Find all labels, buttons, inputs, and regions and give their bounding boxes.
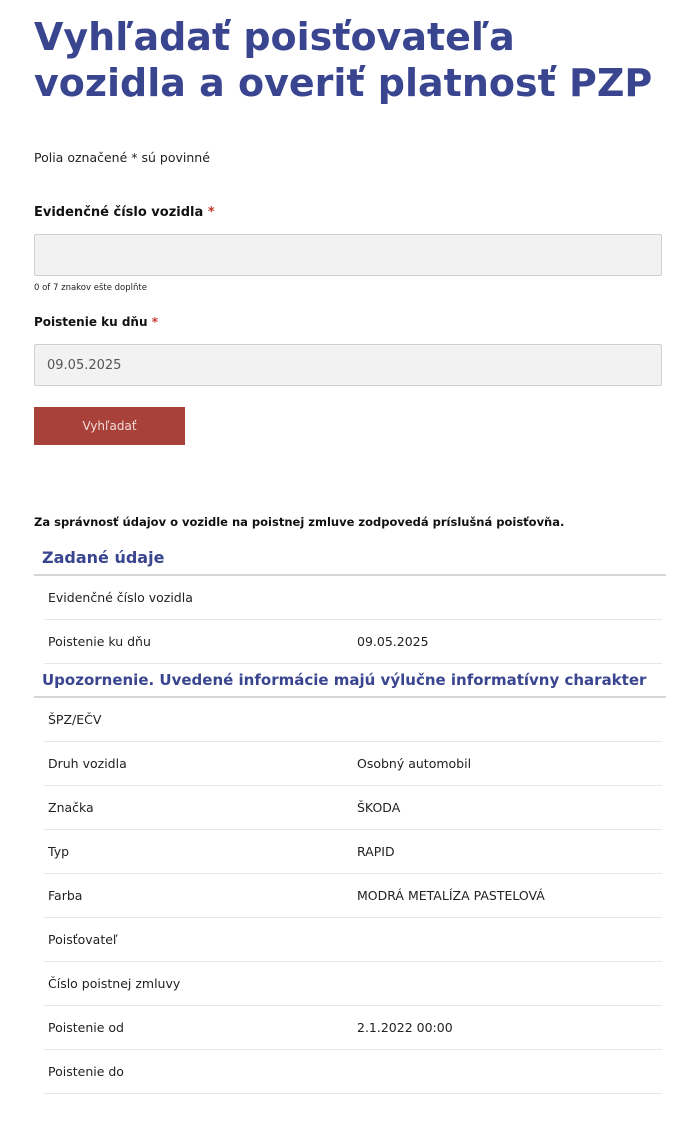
table-row: Typ RAPID	[44, 829, 662, 874]
row-value: 2.1.2022 00:00	[353, 1005, 662, 1050]
table-row: Evidenčné číslo vozidla	[44, 576, 662, 620]
row-value: Osobný automobil	[353, 741, 662, 786]
row-label: Druh vozidla	[44, 741, 353, 786]
row-label: Poisťovateľ	[44, 917, 353, 962]
row-label: Evidenčné číslo vozidla	[44, 576, 353, 620]
entered-data-table: Evidenčné číslo vozidla Poistenie ku dňu…	[44, 576, 662, 664]
character-counter: 0 of 7 znakov ešte doplňte	[34, 283, 147, 293]
search-button[interactable]: Vyhľadať	[34, 407, 185, 445]
table-row: Poisťovateľ	[44, 917, 662, 962]
insurance-date-label-text: Poistenie ku dňu	[34, 315, 148, 329]
required-star: *	[207, 205, 215, 220]
disclaimer-text: Za správnosť údajov o vozidle na poistne…	[34, 515, 565, 529]
insurance-date-label: Poistenie ku dňu *	[34, 315, 666, 333]
plate-number-label: Evidenčné číslo vozidla *	[34, 205, 666, 223]
row-value	[353, 1049, 662, 1094]
vehicle-info-table: ŠPZ/EČV Druh vozidla Osobný automobil Zn…	[44, 698, 662, 1094]
row-value: MODRÁ METALÍZA PASTELOVÁ	[353, 873, 662, 918]
row-value	[353, 576, 662, 620]
row-label: Značka	[44, 785, 353, 830]
required-star: *	[151, 315, 158, 329]
row-label: Typ	[44, 829, 353, 874]
row-value	[353, 917, 662, 962]
row-value: 09.05.2025	[353, 619, 662, 664]
warning-heading: Upozornenie. Uvedené informácie majú výl…	[34, 664, 666, 698]
row-label: Farba	[44, 873, 353, 918]
row-label: Číslo poistnej zmluvy	[44, 961, 353, 1006]
page-title: Vyhľadať poisťovateľa vozidla a overiť p…	[34, 15, 653, 105]
table-row: Poistenie od 2.1.2022 00:00	[44, 1005, 662, 1050]
row-value: ŠKODA	[353, 785, 662, 830]
entered-data-heading: Zadané údaje	[34, 542, 666, 576]
row-label: ŠPZ/EČV	[44, 698, 353, 742]
row-value	[353, 961, 662, 1006]
table-row: Druh vozidla Osobný automobil	[44, 741, 662, 786]
table-row: ŠPZ/EČV	[44, 698, 662, 742]
row-label: Poistenie ku dňu	[44, 619, 353, 664]
row-value: RAPID	[353, 829, 662, 874]
required-fields-note: Polia označené * sú povinné	[34, 150, 210, 165]
table-row: Poistenie ku dňu 09.05.2025	[44, 619, 662, 664]
page-container: Vyhľadať poisťovateľa vozidla a overiť p…	[0, 0, 700, 1094]
plate-number-input[interactable]	[34, 234, 662, 276]
plate-number-label-text: Evidenčné číslo vozidla	[34, 205, 204, 220]
table-row: Značka ŠKODA	[44, 785, 662, 830]
table-row: Poistenie do	[44, 1049, 662, 1094]
insurance-date-input[interactable]	[34, 344, 662, 386]
row-label: Poistenie od	[44, 1005, 353, 1050]
row-label: Poistenie do	[44, 1049, 353, 1094]
table-row: Farba MODRÁ METALÍZA PASTELOVÁ	[44, 873, 662, 918]
table-row: Číslo poistnej zmluvy	[44, 961, 662, 1006]
row-value	[353, 698, 662, 742]
